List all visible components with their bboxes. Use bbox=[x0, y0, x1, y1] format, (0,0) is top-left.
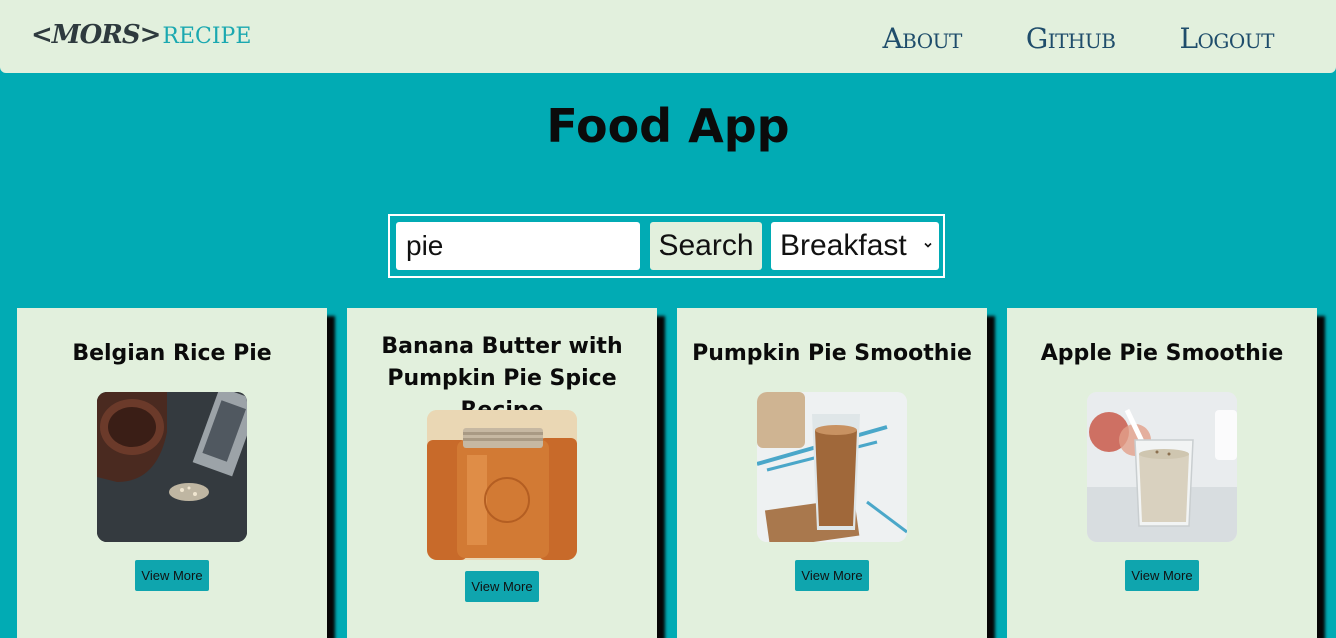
search-form: Search Breakfast bbox=[388, 214, 945, 278]
banana-butter-jars-photo bbox=[427, 410, 577, 560]
rice-pie-photo bbox=[97, 392, 247, 542]
view-more-button[interactable]: View More bbox=[795, 560, 869, 591]
nav-links: About Github Logout bbox=[882, 22, 1274, 56]
recipe-card: Banana Butter with Pumpkin Pie Spice Rec… bbox=[347, 308, 657, 638]
recipe-image bbox=[427, 410, 577, 560]
logo[interactable]: <MORS> RECIPE bbox=[31, 20, 251, 56]
recipe-image bbox=[97, 392, 247, 542]
recipe-title: Banana Butter with Pumpkin Pie Spice Rec… bbox=[381, 334, 623, 423]
view-more-button[interactable]: View More bbox=[1125, 560, 1199, 591]
recipe-card: Belgian Rice Pie View More bbox=[17, 308, 327, 638]
pumpkin-smoothie-photo bbox=[757, 392, 907, 542]
recipe-title: Pumpkin Pie Smoothie bbox=[692, 341, 972, 366]
meal-type-select[interactable]: Breakfast bbox=[771, 222, 939, 270]
recipe-title: Apple Pie Smoothie bbox=[1040, 341, 1284, 366]
apple-smoothie-photo bbox=[1087, 392, 1237, 542]
meal-type-value: Breakfast bbox=[780, 229, 907, 262]
search-input[interactable] bbox=[396, 222, 640, 270]
recipe-card: Pumpkin Pie Smoothie View More bbox=[677, 308, 987, 638]
logo-recipe: RECIPE bbox=[162, 24, 252, 49]
page-title: Food App bbox=[546, 99, 790, 153]
recipe-card: Apple Pie Smoothie View More bbox=[1007, 308, 1317, 638]
recipe-title: Belgian Rice Pie bbox=[72, 341, 272, 366]
nav-link-logout[interactable]: Logout bbox=[1179, 22, 1274, 56]
navbar: <MORS> RECIPE About Github Logout bbox=[0, 0, 1336, 73]
view-more-button[interactable]: View More bbox=[465, 571, 539, 602]
logo-mors: <MORS> bbox=[31, 20, 161, 50]
recipe-image bbox=[757, 392, 907, 542]
nav-link-github[interactable]: Github bbox=[1026, 22, 1116, 56]
view-more-button[interactable]: View More bbox=[135, 560, 209, 591]
search-button[interactable]: Search bbox=[650, 222, 762, 270]
chevron-down-icon bbox=[924, 242, 932, 248]
recipe-image bbox=[1087, 392, 1237, 542]
nav-link-about[interactable]: About bbox=[882, 22, 962, 56]
